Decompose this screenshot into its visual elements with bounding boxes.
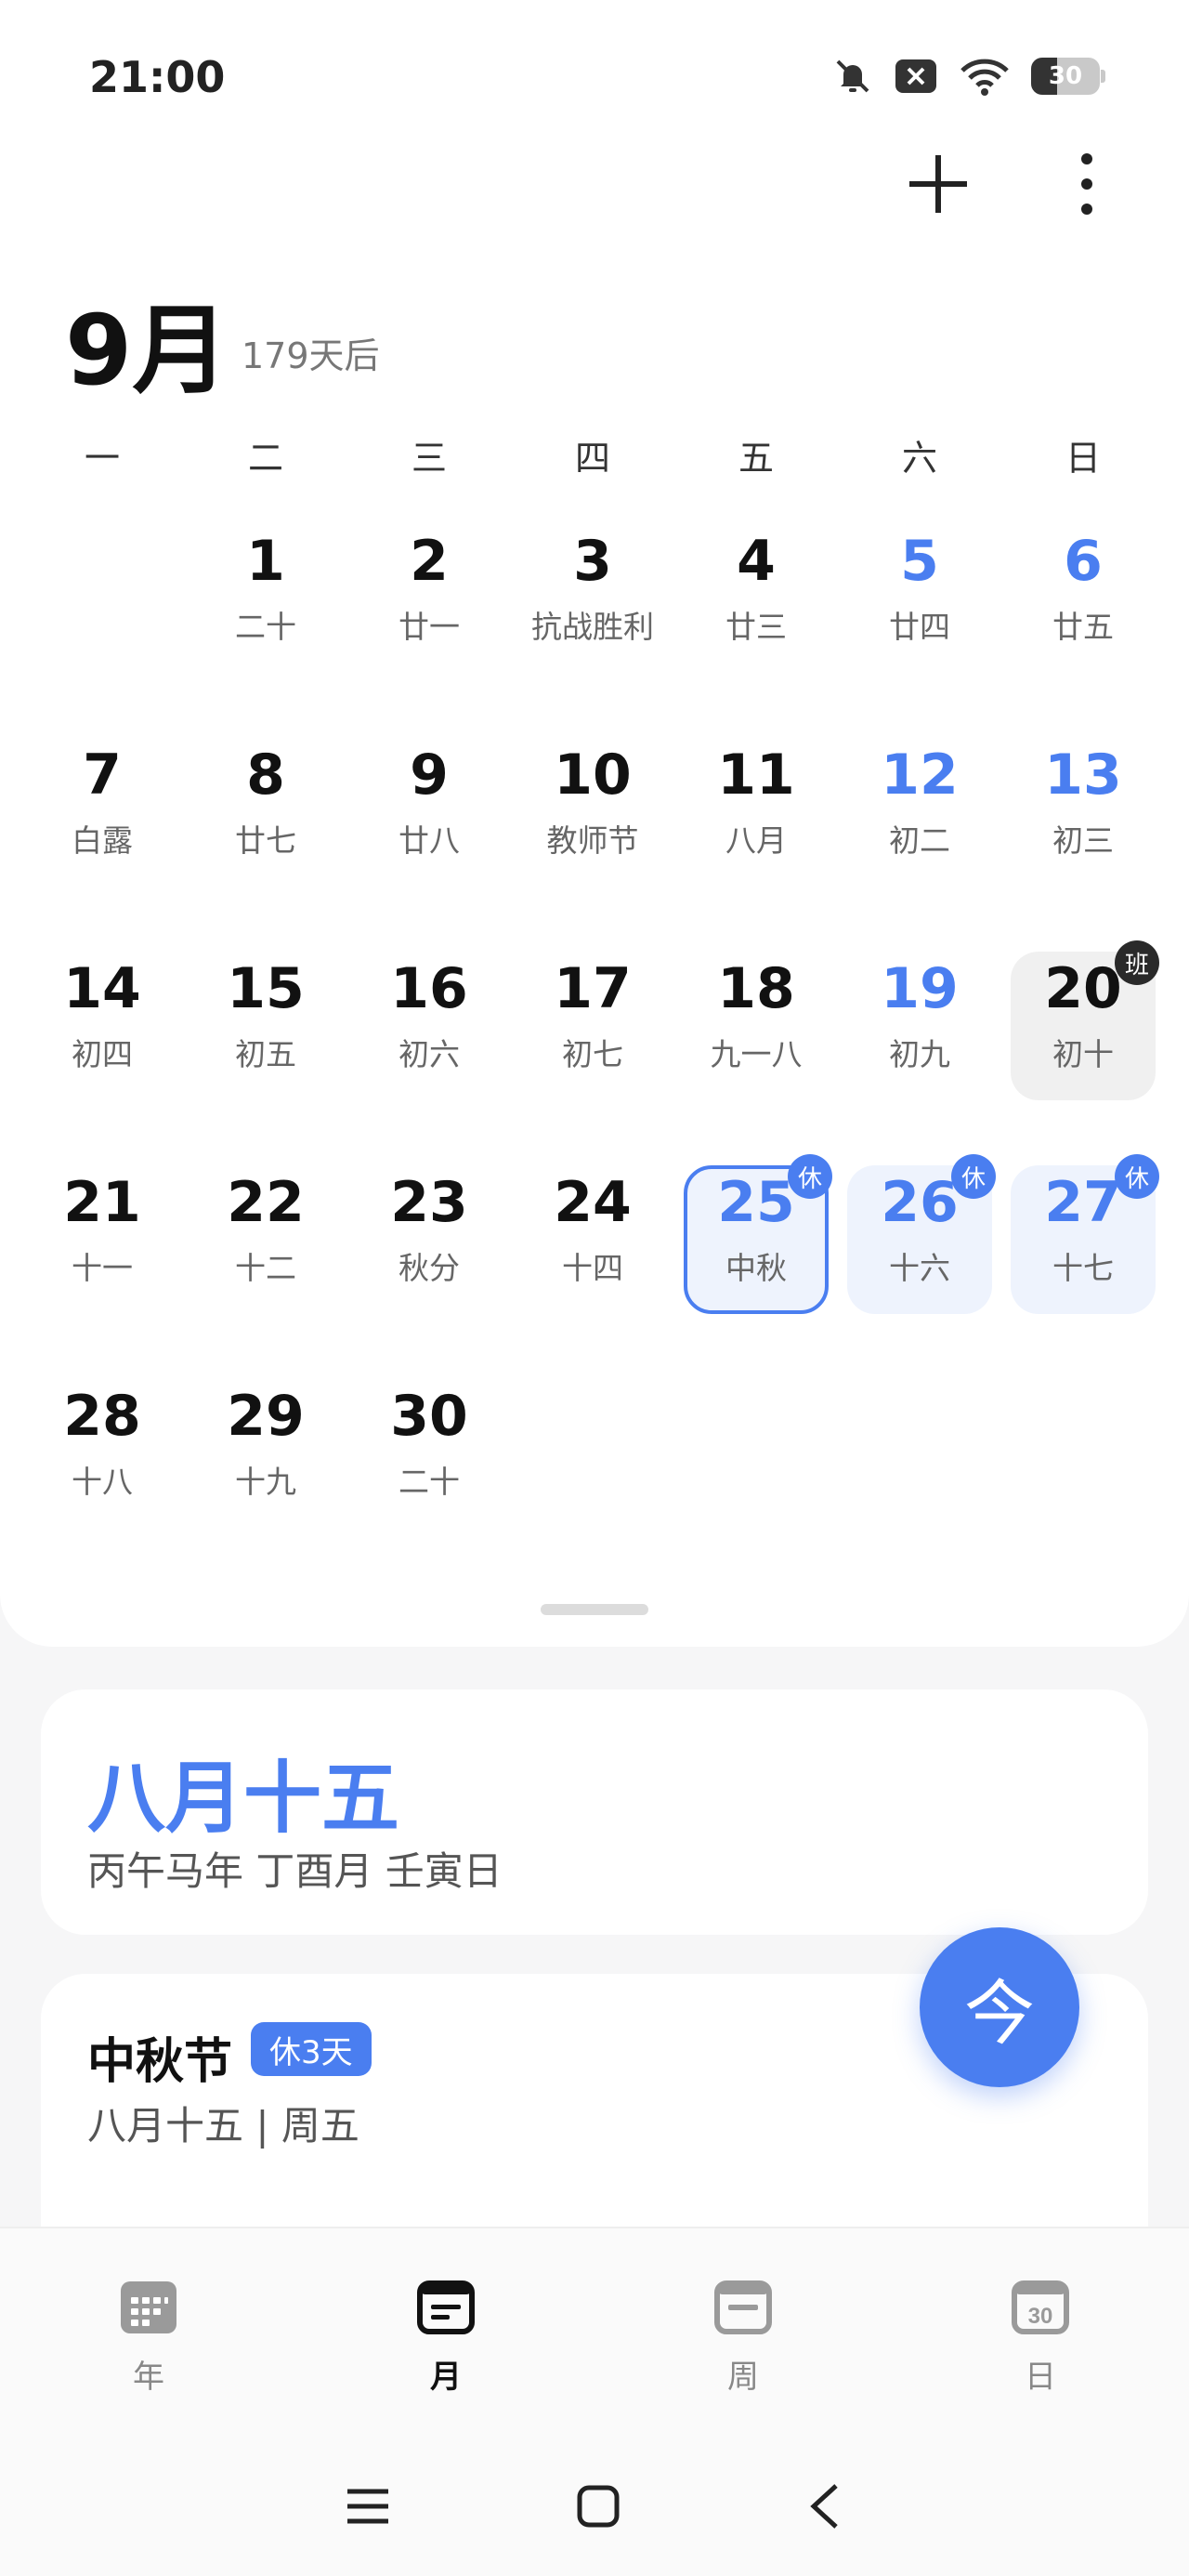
weekday-mon: 一	[84, 438, 120, 479]
day-cell-holiday[interactable]: 休 27 十七	[1001, 1149, 1165, 1362]
day-cell[interactable]: 21 十一	[20, 1149, 184, 1362]
month-view-icon	[417, 2280, 475, 2334]
day-cell[interactable]: 6 廿五	[1001, 507, 1165, 721]
day-cell[interactable]: 3 抗战胜利	[511, 507, 674, 721]
day-cell[interactable]: 22 十二	[184, 1149, 347, 1362]
menu-icon[interactable]	[346, 2486, 390, 2527]
status-icons: 30	[832, 56, 1105, 97]
status-bar: 21:00 30	[0, 0, 1189, 158]
mute-bell-icon	[836, 59, 869, 93]
day-cell-workday[interactable]: 班 20 初十	[1001, 935, 1165, 1149]
day-cell[interactable]: 8 廿七	[184, 721, 347, 935]
nav-week[interactable]: 周	[594, 2228, 892, 2437]
drag-handle[interactable]	[541, 1604, 648, 1615]
festival-name: 中秋节	[87, 2034, 233, 2090]
day-cell[interactable]: 9 廿八	[347, 721, 511, 935]
day-cell[interactable]: 28 十八	[20, 1362, 184, 1576]
day-cell[interactable]: 30 二十	[347, 1362, 511, 1576]
day-cell[interactable]: 14 初四	[20, 935, 184, 1149]
day-cell[interactable]: 29 十九	[184, 1362, 347, 1576]
more-menu-button[interactable]	[1050, 147, 1124, 221]
day-cell[interactable]: 17 初七	[511, 935, 674, 1149]
rest-badge: 休	[1115, 1154, 1159, 1199]
no-sim-icon	[895, 59, 936, 93]
nav-month[interactable]: 月	[297, 2228, 594, 2437]
days-until-label: 179天后	[242, 335, 380, 376]
back-icon[interactable]	[806, 2482, 843, 2530]
rest-badge: 休	[951, 1154, 996, 1199]
rest-badge: 休	[788, 1154, 832, 1199]
empty-cell	[20, 507, 184, 721]
festival-date: 八月十五 | 周五	[87, 2103, 359, 2149]
add-event-button[interactable]	[901, 147, 975, 221]
svg-text:30: 30	[1028, 2304, 1053, 2329]
day-cell[interactable]: 19 初九	[838, 935, 1001, 1149]
nav-day[interactable]: 30 日	[892, 2228, 1189, 2437]
day-cell[interactable]: 12 初二	[838, 721, 1001, 935]
day-cell[interactable]: 5 廿四	[838, 507, 1001, 721]
day-cell[interactable]: 24 十四	[511, 1149, 674, 1362]
holiday-tag: 休3天	[251, 2022, 372, 2076]
day-cell[interactable]: 11 八月	[674, 721, 838, 935]
ganzhi-text: 丙午马年 丁酉月 壬寅日	[87, 1848, 503, 1894]
calendar-grid: 1 二十 2 廿一 3 抗战胜利 4 廿三 5 廿四 6 廿五 7 白露 8 廿七 9 廿八 10…	[20, 507, 1169, 1576]
weekday-fri: 五	[738, 438, 774, 479]
day-cell-selected[interactable]: 休 25 中秋	[674, 1149, 838, 1362]
today-button[interactable]: 今	[920, 1927, 1079, 2087]
battery-icon: 30	[1031, 58, 1105, 95]
day-cell[interactable]: 4 廿三	[674, 507, 838, 721]
day-view-icon: 30	[1012, 2280, 1069, 2334]
home-icon[interactable]	[576, 2484, 621, 2529]
day-cell[interactable]: 18 九一八	[674, 935, 838, 1149]
lunar-date: 八月十五	[87, 1752, 400, 1844]
day-cell[interactable]: 23 秋分	[347, 1149, 511, 1362]
day-cell[interactable]: 15 初五	[184, 935, 347, 1149]
day-cell[interactable]: 10 教师节	[511, 721, 674, 935]
weekday-header: 一 二 三 四 五 六 日	[20, 429, 1169, 480]
wifi-icon	[960, 59, 1009, 96]
weekday-tue: 二	[247, 438, 283, 479]
weekday-sat: 六	[901, 438, 937, 479]
more-vertical-icon	[1081, 153, 1092, 215]
day-cell[interactable]: 13 初三	[1001, 721, 1165, 935]
plus-icon	[909, 155, 967, 213]
system-nav-bar	[0, 2437, 1189, 2576]
day-cell[interactable]: 16 初六	[347, 935, 511, 1149]
status-time: 21:00	[89, 52, 226, 102]
day-cell[interactable]: 7 白露	[20, 721, 184, 935]
day-cell[interactable]: 1 二十	[184, 507, 347, 721]
toolbar	[901, 147, 1124, 221]
weekday-sun: 日	[1065, 438, 1101, 479]
weekday-thu: 四	[574, 438, 610, 479]
lunar-date-card[interactable]: 八月十五 丙午马年 丁酉月 壬寅日	[41, 1689, 1148, 1935]
nav-year[interactable]: 年	[0, 2228, 297, 2437]
day-cell-holiday[interactable]: 休 26 十六	[838, 1149, 1001, 1362]
work-badge: 班	[1115, 940, 1159, 985]
weekday-wed: 三	[411, 438, 447, 479]
year-view-icon	[121, 2281, 176, 2333]
bottom-nav: 年 月 周 30 日	[0, 2227, 1189, 2437]
day-cell[interactable]: 2 廿一	[347, 507, 511, 721]
month-title[interactable]: 9月	[65, 271, 229, 412]
week-view-icon	[714, 2280, 772, 2334]
